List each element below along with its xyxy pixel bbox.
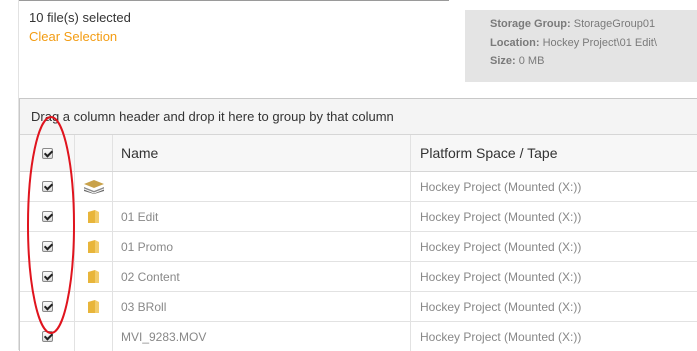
row-name: 01 Promo [112,232,410,261]
storage-group-value: StorageGroup01 [573,18,656,30]
table-row[interactable]: 03 BRoll Hockey Project (Mounted (X:)) [20,292,697,322]
row-name: 03 BRoll [112,292,410,321]
row-checkbox-cell [20,232,74,261]
table-row[interactable]: 02 Content Hockey Project (Mounted (X:)) [20,262,697,292]
row-checkbox[interactable] [41,211,53,222]
row-icon-cell [74,172,112,201]
select-all-checkbox[interactable] [41,147,53,159]
location-line: Location: Hockey Project\01 Edit\ [490,34,697,53]
table-row[interactable]: 01 Promo Hockey Project (Mounted (X:)) [20,232,697,262]
row-icon-cell [74,232,112,261]
row-platform: Hockey Project (Mounted (X:)) [410,292,697,321]
location-label: Location: [490,36,540,49]
folder-icon [88,210,99,223]
row-name: 02 Content [112,262,410,291]
folder-icon [88,300,99,313]
row-checkbox[interactable] [41,241,53,252]
row-platform: Hockey Project (Mounted (X:)) [410,172,697,201]
panel-top-border [19,0,449,1]
location-value: Hockey Project\01 Edit\ [542,36,657,49]
row-platform: Hockey Project (Mounted (X:)) [410,232,697,261]
row-checkbox[interactable] [41,271,53,282]
row-checkbox-cell [20,292,74,321]
folder-icon [88,240,99,253]
header-icon-column[interactable] [74,135,112,171]
storage-info-panel: Storage Group: StorageGroup01 Location: … [465,10,697,82]
row-platform: Hockey Project (Mounted (X:)) [410,202,697,231]
row-checkbox-cell [20,172,74,201]
row-checkbox-cell [20,262,74,291]
row-checkbox[interactable] [41,301,53,312]
clear-selection-link[interactable]: Clear Selection [29,29,117,44]
select-all-cell [20,135,74,171]
row-name: MVI_9283.MOV [112,322,410,351]
size-label: Size: [490,55,516,67]
column-header-name[interactable]: Name [112,135,410,171]
row-checkbox[interactable] [41,331,53,342]
row-icon-cell [74,202,112,231]
storage-group-line: Storage Group: StorageGroup01 [490,15,697,34]
row-platform: Hockey Project (Mounted (X:)) [410,322,697,351]
storage-layers-icon [83,179,104,194]
row-checkbox-cell [20,202,74,231]
row-icon-cell [74,292,112,321]
folder-icon [88,270,99,283]
row-checkbox[interactable] [41,181,53,192]
row-icon-cell [74,262,112,291]
size-value: 0 MB [518,55,545,67]
grid-header-row: Name Platform Space / Tape [20,135,697,172]
table-row[interactable]: MVI_9283.MOV Hockey Project (Mounted (X:… [20,322,697,351]
file-grid: Drag a column header and drop it here to… [19,98,697,351]
row-checkbox-cell [20,322,74,351]
row-platform: Hockey Project (Mounted (X:)) [410,262,697,291]
storage-group-label: Storage Group: [490,18,571,30]
column-header-platform[interactable]: Platform Space / Tape [410,135,697,171]
selection-count: 10 file(s) selected [29,10,131,25]
size-line: Size: 0 MB [490,52,697,71]
group-by-drop-area[interactable]: Drag a column header and drop it here to… [20,99,697,135]
table-row[interactable]: Hockey Project (Mounted (X:)) [20,172,697,202]
row-icon-cell [74,322,112,351]
row-name [112,172,410,201]
row-name: 01 Edit [112,202,410,231]
table-row[interactable]: 01 Edit Hockey Project (Mounted (X:)) [20,202,697,232]
